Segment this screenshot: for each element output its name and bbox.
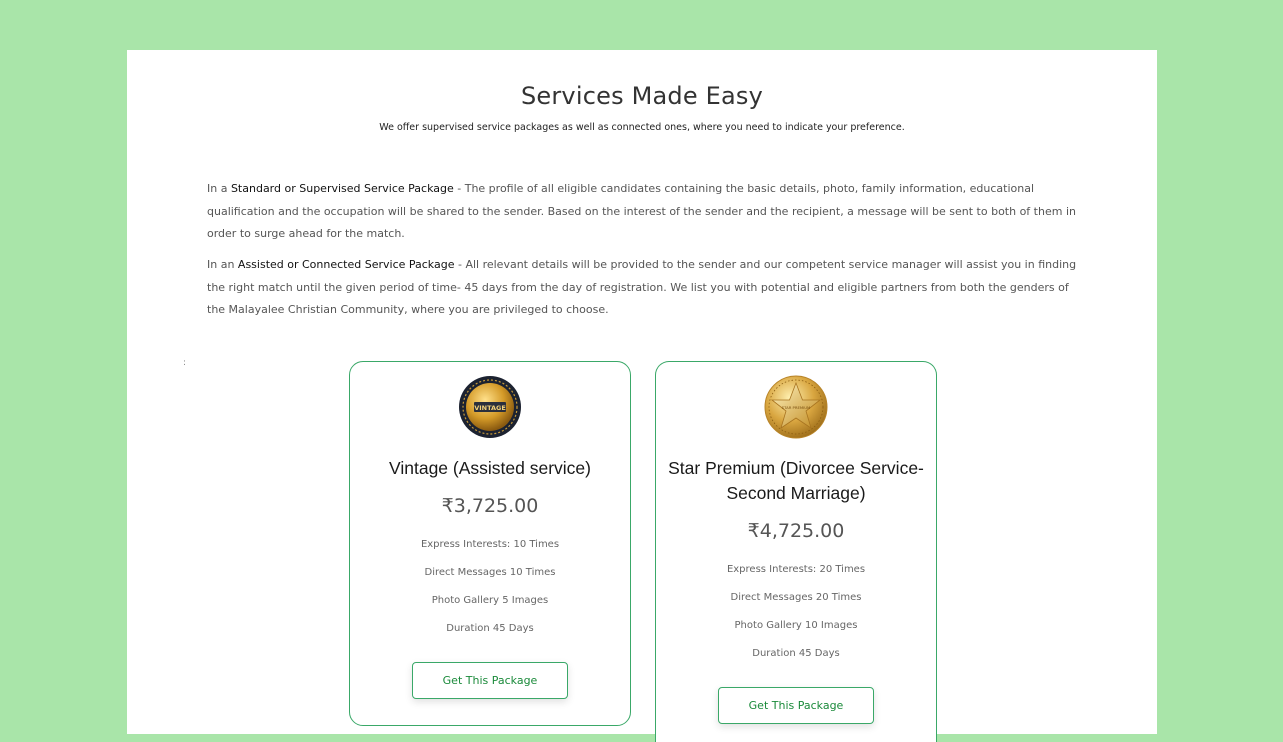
feature-direct-messages: Direct Messages 20 Times [730,592,862,603]
package-title: Star Premium (Divorcee Service-Second Ma… [668,458,924,503]
services-panel: Services Made Easy We offer supervised s… [127,50,1157,742]
vintage-badge-icon: VINTAGE [350,374,630,442]
package-card-star-premium: STAR PREMIUM Star Premium (Divorcee Serv… [655,361,937,742]
star-premium-badge-text: STAR PREMIUM [782,405,811,410]
standard-package-description: In a Standard or Supervised Service Pack… [207,178,1087,246]
vintage-badge-text: VINTAGE [474,404,506,412]
para-prefix: In an [207,258,238,271]
star-premium-badge-icon: STAR PREMIUM [656,374,936,442]
para-prefix: In a [207,182,231,195]
feature-express-interests: Express Interests: 10 Times [420,539,560,550]
assisted-package-description: In an Assisted or Connected Service Pack… [207,254,1087,322]
section-subtitle: We offer supervised service packages as … [379,122,905,133]
feature-photo-gallery: Photo Gallery 10 Images [734,620,858,631]
feature-duration: Duration 45 Days [752,648,840,659]
feature-photo-gallery: Photo Gallery 5 Images [431,595,549,606]
get-package-button-star-premium[interactable]: Get This Package [718,687,874,724]
feature-direct-messages: Direct Messages 10 Times [424,567,556,578]
feature-duration: Duration 45 Days [446,623,534,634]
feature-express-interests: Express Interests: 20 Times [726,564,866,575]
package-title: Vintage (Assisted service) [389,458,591,478]
standard-package-name: Standard or Supervised Service Package [230,182,454,195]
section-title: Services Made Easy [520,82,764,110]
package-price: ₹4,725.00 [747,520,845,542]
get-package-button-vintage[interactable]: Get This Package [412,662,568,699]
package-price: ₹3,725.00 [441,495,539,517]
package-card-vintage: VINTAGE Vintage (Assisted service) ₹3,72… [349,361,631,726]
assisted-package-name: Assisted or Connected Service Package [237,258,455,271]
stray-mark: : [183,358,187,368]
